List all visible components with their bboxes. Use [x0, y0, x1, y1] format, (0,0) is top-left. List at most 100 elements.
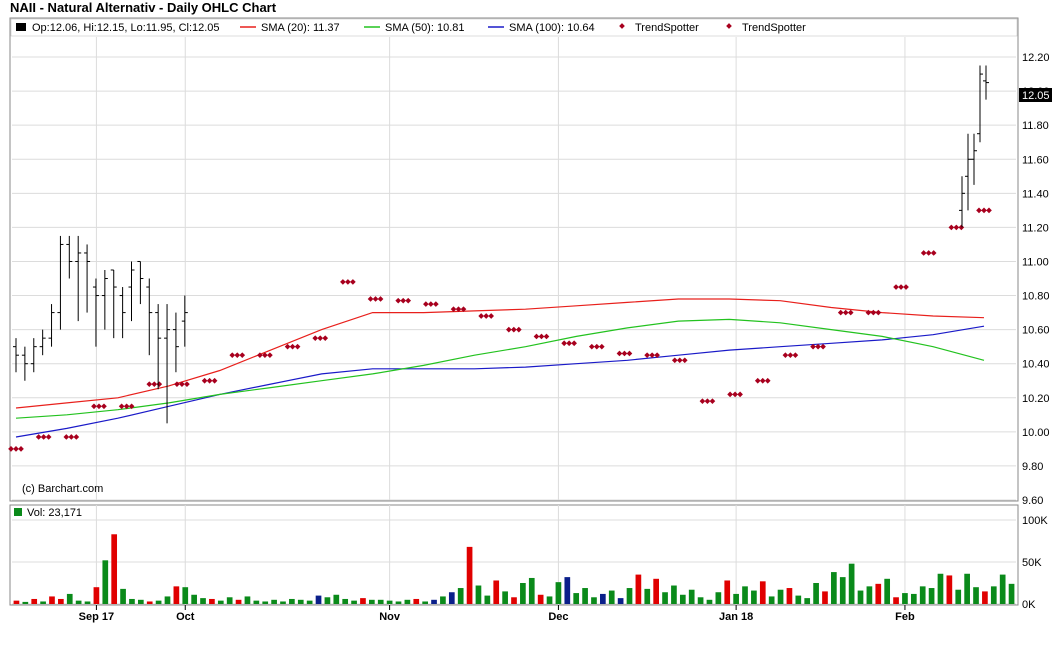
- volume-bar: [351, 600, 357, 604]
- volume-bar: [653, 578, 660, 604]
- volume-bar: [422, 601, 428, 604]
- volume-bar: [910, 593, 917, 604]
- volume-bar: [662, 592, 668, 604]
- x-tick-label: Nov: [379, 611, 401, 623]
- price-y-tick: 10.00: [1022, 427, 1050, 439]
- legend-trend2: TrendSpotter: [742, 22, 806, 34]
- volume-bar: [280, 601, 286, 604]
- x-tick-label: Dec: [548, 611, 568, 623]
- volume-bar: [306, 600, 313, 604]
- volume-bar: [413, 598, 420, 604]
- volume-bar: [395, 601, 402, 604]
- volume-bar: [129, 598, 135, 604]
- volume-bar: [404, 599, 411, 604]
- volume-legend-swatch: [14, 508, 22, 516]
- volume-bar: [1008, 583, 1015, 604]
- legend-trend1: TrendSpotter: [635, 22, 699, 34]
- volume-bar: [715, 592, 722, 604]
- volume-bar: [431, 599, 437, 604]
- volume-bar: [120, 588, 126, 604]
- volume-bar: [324, 597, 331, 604]
- volume-bar: [537, 594, 544, 604]
- volume-bar: [484, 595, 491, 604]
- volume-bar: [173, 586, 180, 604]
- volume-bar: [226, 597, 233, 604]
- volume-bar: [360, 598, 366, 604]
- volume-bar: [866, 586, 873, 604]
- price-y-tick: 10.20: [1022, 393, 1050, 405]
- volume-bar: [13, 600, 20, 604]
- volume-bar: [608, 590, 615, 604]
- volume-bar: [937, 573, 944, 604]
- volume-bar: [200, 598, 206, 604]
- volume-bar: [964, 573, 970, 604]
- volume-bar: [928, 588, 935, 604]
- volume-bar: [733, 593, 739, 604]
- volume-bar: [493, 580, 500, 604]
- volume-bar: [31, 598, 38, 604]
- volume-bar: [315, 595, 322, 604]
- volume-y-tick: 100K: [1022, 515, 1048, 527]
- volume-bar: [58, 598, 64, 604]
- volume-bar: [502, 591, 508, 604]
- volume-bar: [759, 581, 766, 604]
- volume-bar: [617, 598, 624, 604]
- volume-bar: [93, 587, 100, 604]
- last-price-label: 12.05: [1022, 90, 1050, 102]
- volume-bar: [84, 601, 91, 604]
- volume-bar: [457, 588, 464, 604]
- volume-bar: [520, 583, 526, 604]
- price-y-tick: 10.60: [1022, 325, 1050, 337]
- volume-bar: [342, 598, 349, 604]
- volume-bar: [262, 601, 269, 604]
- price-y-tick: 11.60: [1022, 154, 1049, 166]
- volume-bar: [49, 596, 55, 604]
- price-y-tick: 11.20: [1022, 222, 1049, 234]
- volume-bar: [546, 596, 553, 604]
- x-tick-label: Sep 17: [79, 611, 114, 623]
- price-y-tick: 11.80: [1022, 120, 1049, 132]
- volume-bar: [40, 601, 46, 604]
- volume-bar: [999, 574, 1006, 604]
- volume-legend: Vol: 23,171: [27, 507, 82, 519]
- x-tick-label: Jan 18: [719, 611, 753, 623]
- volume-bar: [990, 586, 997, 604]
- volume-bar: [573, 593, 580, 604]
- volume-bar: [253, 600, 260, 604]
- volume-bar: [626, 588, 633, 604]
- volume-bar: [66, 593, 73, 604]
- price-y-tick: 11.40: [1022, 188, 1049, 200]
- legend-sma50: SMA (50): 10.81: [385, 22, 465, 34]
- volume-bar: [182, 587, 189, 604]
- x-axis: Sep 17 Oct Nov Dec Jan 18 Feb: [79, 605, 915, 623]
- volume-bar: [786, 588, 793, 604]
- price-y-tick: 10.80: [1022, 291, 1050, 303]
- volume-bar: [297, 599, 304, 604]
- volume-bar: [22, 601, 29, 604]
- volume-bar: [875, 583, 882, 604]
- volume-bar: [235, 599, 242, 604]
- x-tick-label: Feb: [895, 611, 915, 623]
- volume-bar: [839, 577, 846, 604]
- x-tick-label: Oct: [176, 611, 195, 623]
- volume-y-axis: 100K 50K 0K: [1022, 515, 1048, 611]
- price-y-tick: 11.00: [1022, 256, 1049, 268]
- volume-bar: [635, 574, 642, 604]
- volume-bar: [679, 594, 686, 604]
- volume-bar: [751, 590, 757, 604]
- volume-bar: [289, 598, 295, 604]
- volume-bar: [857, 590, 864, 604]
- volume-bar: [555, 582, 562, 604]
- volume-bar: [368, 599, 375, 604]
- volume-bar: [706, 599, 713, 604]
- legend-ohlc: Op:12.06, Hi:12.15, Lo:11.95, Cl:12.05: [32, 22, 220, 34]
- volume-bar: [244, 596, 251, 604]
- volume-bar: [688, 589, 695, 604]
- price-y-tick: 12.20: [1022, 52, 1050, 64]
- price-y-tick: 9.60: [1022, 495, 1043, 507]
- volume-bar: [848, 563, 855, 604]
- volume-bar: [697, 597, 704, 604]
- volume-bar: [386, 600, 393, 604]
- legend: Op:12.06, Hi:12.15, Lo:11.95, Cl:12.05 S…: [16, 22, 806, 34]
- volume-bar: [884, 578, 891, 604]
